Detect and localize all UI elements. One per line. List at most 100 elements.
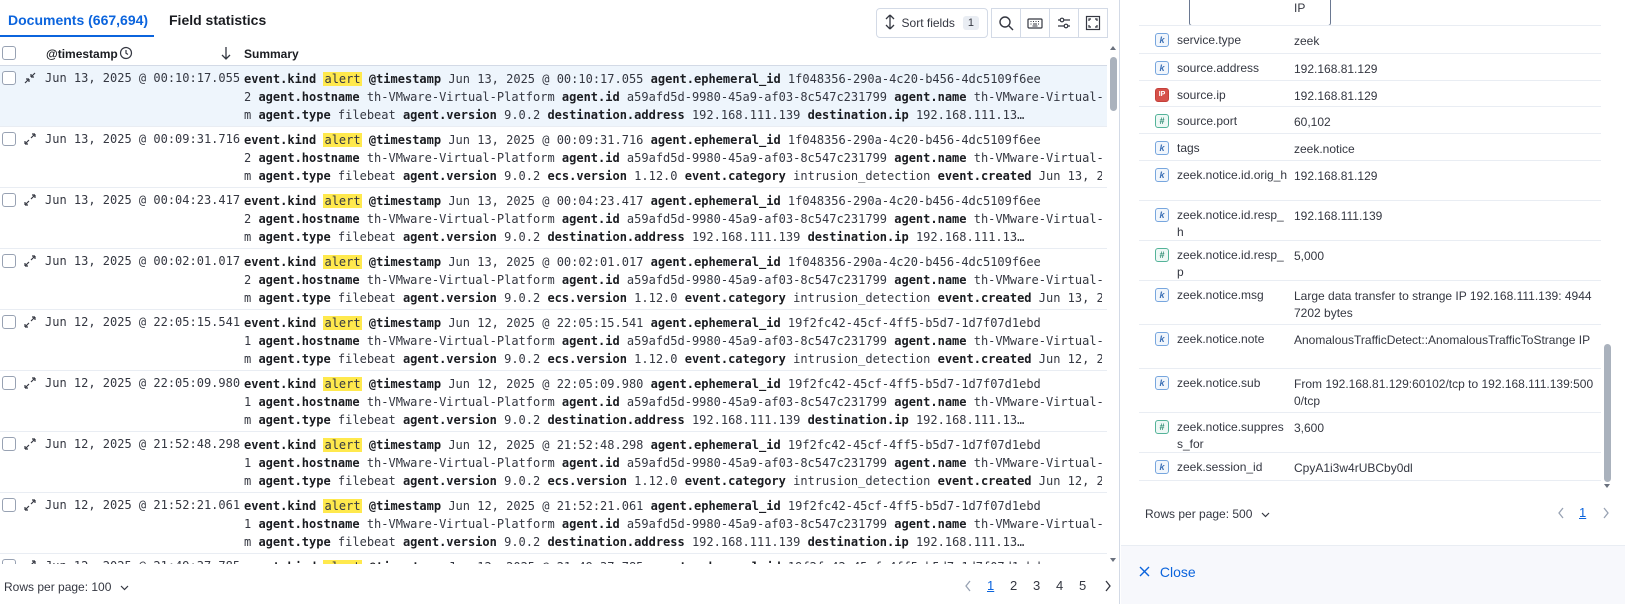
keyboard-icon[interactable] <box>1020 8 1050 38</box>
summary-column-header[interactable]: Summary <box>244 47 299 61</box>
row-timestamp: Jun 13, 2025 @ 00:04:23.417 <box>45 193 241 207</box>
table-row[interactable]: Jun 12, 2025 @ 21:52:21.061 event.kind al… <box>0 493 1107 554</box>
page-2-link[interactable]: 2 <box>1010 578 1017 593</box>
table-row[interactable]: Jun 13, 2025 @ 00:04:23.417 event.kind al… <box>0 188 1107 249</box>
flyout-next-page-icon[interactable] <box>1602 507 1610 522</box>
page-4-link[interactable]: 4 <box>1056 578 1063 593</box>
table-row[interactable]: Jun 13, 2025 @ 00:10:17.055 event.kind al… <box>0 66 1107 127</box>
rows-per-page-selector[interactable]: Rows per page: 100 <box>4 580 129 594</box>
row-summary: event.kind alert @timestamp Jun 12, 2025… <box>244 558 1102 564</box>
row-summary: event.kind alert @timestamp Jun 13, 2025… <box>244 192 1102 246</box>
flyout-page-1-link[interactable]: 1 <box>1579 505 1586 520</box>
tab-field-statistics[interactable]: Field statistics <box>169 12 266 28</box>
field-row[interactable]: k zeek.notice.msg Large data transfer to s… <box>1139 281 1601 325</box>
expand-icon[interactable] <box>24 560 36 564</box>
row-timestamp: Jun 12, 2025 @ 21:52:48.298 <box>45 437 241 451</box>
page-3-link[interactable]: 3 <box>1033 578 1040 593</box>
expand-icon[interactable] <box>24 133 36 145</box>
flyout-rows-per-page-selector[interactable]: Rows per page: 500 <box>1145 507 1270 521</box>
sort-descending-icon[interactable] <box>221 46 231 63</box>
table-row[interactable]: Jun 13, 2025 @ 00:02:01.017 event.kind al… <box>0 249 1107 310</box>
field-row[interactable]: k tags zeek.notice <box>1139 134 1601 161</box>
tab-documents[interactable]: Documents (667,694) <box>0 12 155 37</box>
table-row[interactable]: Jun 12, 2025 @ 22:05:15.541 event.kind al… <box>0 310 1107 371</box>
row-checkbox[interactable] <box>2 376 16 390</box>
row-checkbox[interactable] <box>2 254 16 268</box>
field-value: 60,102 <box>1294 115 1331 129</box>
scrollbar-thumb[interactable] <box>1110 57 1117 111</box>
flyout-scrollbar[interactable] <box>1601 0 1613 494</box>
field-row[interactable]: # source.port 60,102 <box>1139 107 1601 134</box>
search-icon[interactable] <box>991 8 1021 38</box>
row-checkbox[interactable] <box>2 498 16 512</box>
expand-icon[interactable] <box>24 499 36 511</box>
field-value: From 192.168.81.129:60102/tcp to 192.168… <box>1294 377 1594 408</box>
sort-count-badge: 1 <box>962 16 979 30</box>
row-checkbox[interactable] <box>2 71 16 85</box>
summary-line-3: m agent.type filebeat agent.version 9.0.… <box>244 291 1102 305</box>
table-scrollbar[interactable] <box>1107 44 1119 564</box>
sort-icon <box>885 14 895 33</box>
row-timestamp: Jun 13, 2025 @ 00:02:01.017 <box>45 254 241 268</box>
chevron-down-icon <box>120 580 129 594</box>
field-name: source.ip <box>1177 88 1226 102</box>
select-all-checkbox[interactable] <box>2 46 16 60</box>
field-row[interactable]: k service.type zeek <box>1139 26 1601 54</box>
row-checkbox[interactable] <box>2 132 16 146</box>
field-type-keyword-icon: k <box>1155 376 1169 390</box>
field-type-keyword-icon: k <box>1155 61 1169 75</box>
summary-line-3: m agent.type filebeat agent.version 9.0.… <box>244 230 1025 244</box>
field-row[interactable]: IP source.ip 192.168.81.129 <box>1139 81 1601 107</box>
summary-line-1: event.kind alert @timestamp Jun 12, 2025… <box>244 499 1041 513</box>
summary-line-1: event.kind alert @timestamp Jun 12, 2025… <box>244 316 1041 330</box>
field-row[interactable]: k zeek.session_id CpyA1i3w4rUBCby0dl <box>1139 453 1601 481</box>
expand-icon[interactable] <box>24 438 36 450</box>
field-row[interactable]: k zeek.notice.note AnomalousTrafficDetect:… <box>1139 325 1601 369</box>
row-checkbox[interactable] <box>2 193 16 207</box>
row-timestamp: Jun 12, 2025 @ 21:49:37.785 <box>45 559 240 564</box>
page-1-link[interactable]: 1 <box>987 578 994 593</box>
expand-icon[interactable] <box>24 255 36 267</box>
field-value: 192.168.81.129 <box>1294 62 1378 76</box>
field-row[interactable]: k zeek.notice.id.orig_h 192.168.81.129 <box>1139 161 1601 201</box>
field-row[interactable]: # zeek.notice.suppress_for 3,600 <box>1139 413 1601 453</box>
field-type-keyword-icon: k <box>1155 33 1169 47</box>
table-row[interactable]: Jun 12, 2025 @ 21:52:48.298 event.kind al… <box>0 432 1107 493</box>
next-page-icon[interactable] <box>1104 580 1112 595</box>
field-row[interactable]: k zeek.notice.id.resp_h 192.168.111.139 <box>1139 201 1601 241</box>
timestamp-column-header[interactable]: @timestamp <box>46 47 118 61</box>
display-settings-icon[interactable] <box>1049 8 1079 38</box>
fullscreen-icon[interactable] <box>1078 8 1108 38</box>
expand-icon[interactable] <box>24 377 36 389</box>
field-value: zeek <box>1294 34 1320 48</box>
field-row[interactable]: k zeek.notice.sub From 192.168.81.129:6010… <box>1139 369 1601 413</box>
summary-line-3: m agent.type filebeat agent.version 9.0.… <box>244 474 1102 488</box>
table-row[interactable]: Jun 12, 2025 @ 21:49:37.785 event.kind al… <box>0 554 1107 564</box>
tab-bar: Documents (667,694) Field statistics Sor… <box>0 0 1120 44</box>
expand-icon[interactable] <box>24 316 36 328</box>
flyout-close-bar: Close <box>1121 545 1625 604</box>
flyout-scrollbar-thumb[interactable] <box>1604 344 1611 482</box>
chevron-down-icon <box>1261 507 1270 521</box>
collapse-icon[interactable] <box>24 72 36 84</box>
summary-line-2: 1 agent.hostname th-VMware-Virtual-Platf… <box>244 456 1102 470</box>
row-checkbox[interactable] <box>2 437 16 451</box>
prev-page-icon[interactable] <box>964 580 972 595</box>
field-name: tags <box>1177 141 1200 155</box>
field-row[interactable]: # zeek.notice.id.resp_p 5,000 <box>1139 241 1601 281</box>
summary-line-3: m agent.type filebeat agent.version 9.0.… <box>244 352 1102 366</box>
sort-fields-button[interactable]: Sort fields 1 <box>875 8 988 38</box>
flyout-prev-page-icon[interactable] <box>1557 507 1565 522</box>
table-row[interactable]: Jun 13, 2025 @ 00:09:31.716 event.kind al… <box>0 127 1107 188</box>
row-summary: event.kind alert @timestamp Jun 12, 2025… <box>244 497 1102 551</box>
page-5-link[interactable]: 5 <box>1079 578 1086 593</box>
row-checkbox[interactable] <box>2 559 16 564</box>
field-row[interactable]: IP <box>1139 0 1601 26</box>
close-button[interactable]: Close <box>1139 564 1196 580</box>
table-row[interactable]: Jun 12, 2025 @ 22:05:09.980 event.kind al… <box>0 371 1107 432</box>
field-name: zeek.notice.id.orig_h <box>1177 168 1288 182</box>
field-value: AnomalousTrafficDetect::AnomalousTraffic… <box>1294 333 1591 347</box>
expand-icon[interactable] <box>24 194 36 206</box>
field-row[interactable]: k source.address 192.168.81.129 <box>1139 54 1601 81</box>
row-checkbox[interactable] <box>2 315 16 329</box>
